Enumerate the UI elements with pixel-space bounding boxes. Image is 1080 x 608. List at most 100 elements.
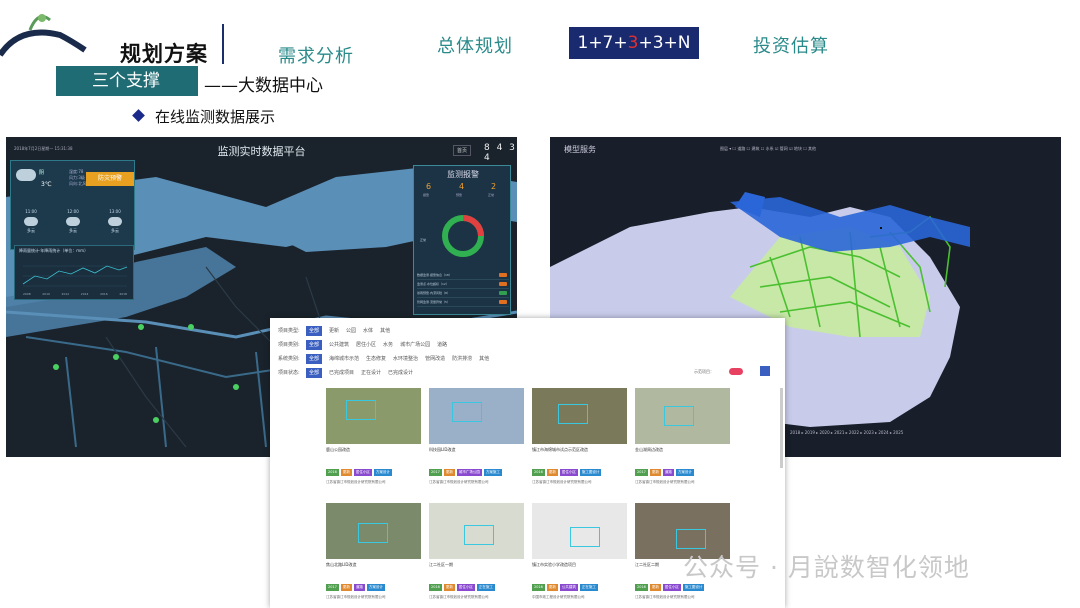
filter-option[interactable]: 城市广场公园 <box>400 340 430 350</box>
project-tag: 施工图设计 <box>682 584 705 591</box>
demo-project-toggle[interactable] <box>729 368 743 375</box>
filter-row-system: 系统类别: 全部 海绵城市示范 生态修复 水环境整治 管网改造 防洪排涝 其他 <box>278 354 496 364</box>
scrollbar[interactable] <box>780 388 783 468</box>
filter-option[interactable]: 公共建筑 <box>329 340 349 350</box>
forecast-item: 13:00 多云 <box>101 209 129 234</box>
filter-option[interactable]: 防洪排涝 <box>452 354 472 364</box>
model-service-title: 模型服务 <box>564 145 596 154</box>
project-tag: 2017 <box>326 584 339 591</box>
project-name: 江二社区一期 <box>429 562 453 567</box>
project-outline <box>570 527 600 547</box>
project-company: 江苏省镇江市规划设计研究院有限公司 <box>429 480 489 484</box>
project-tags: 2016 更新 居住小区 施工图设计 <box>532 458 627 478</box>
donut-label: 正常 <box>420 238 427 242</box>
list-item[interactable]: 监测点·水位超标（12） <box>417 280 509 289</box>
project-tag: 更新 <box>649 469 661 476</box>
dashboard-home-button[interactable]: 首页 <box>453 145 472 156</box>
project-tag: 更新 <box>546 469 558 476</box>
monitor-label: 预警 <box>456 193 463 197</box>
alarm-status-badge <box>499 273 507 277</box>
project-thumbnail <box>429 503 524 559</box>
list-item[interactable]: 暴雨预警·内涝风险（8） <box>417 289 509 298</box>
disaster-warning-button[interactable]: 防灾预警 <box>86 172 134 186</box>
monitor-count: 6 <box>426 182 432 191</box>
nav-overall-planning[interactable]: 总体规划 <box>437 32 513 58</box>
project-card[interactable]: 金山湖周边改造 2017 更新 道路 方案设计 江苏省镇江市规划设计研究院有限公司 <box>635 388 730 493</box>
alarm-status-badge <box>499 300 507 304</box>
filter-option[interactable]: 管网改造 <box>425 354 445 364</box>
project-outline <box>452 402 482 422</box>
project-tag: 城市广场公园 <box>456 469 482 476</box>
nav-demand-analysis[interactable]: 需求分析 <box>278 42 354 68</box>
grid-view-button[interactable] <box>760 366 770 376</box>
project-tag: 2017 <box>429 469 442 476</box>
filter-option[interactable]: 生态修复 <box>366 354 386 364</box>
filter-option[interactable]: 更新 <box>329 326 339 336</box>
cloud-icon <box>108 217 122 226</box>
project-tags: 2016 更新 居住小区 方案设计 <box>326 458 421 478</box>
filter-option[interactable]: 居住小区 <box>356 340 376 350</box>
filter-option[interactable]: 全部 <box>306 368 323 378</box>
nav-active-part3: +3+N <box>638 33 691 53</box>
x-tick: 2014 <box>80 292 89 296</box>
list-item-text: 监测点·水位超标（12） <box>417 282 449 286</box>
list-item[interactable]: 管网监测·流量异常（5） <box>417 298 509 307</box>
list-item[interactable]: 数据监测·报警信息（18） <box>417 271 509 280</box>
project-name: 镇江市实验小学改造项目 <box>532 562 576 567</box>
project-tag: 更新 <box>340 584 352 591</box>
project-card[interactable]: 鹿山公园改造 2016 更新 居住小区 方案设计 江苏省镇江市规划设计研究院有限公司 <box>326 388 421 493</box>
filter-option[interactable]: 海绵城市示范 <box>329 354 359 364</box>
project-tag: 2016 <box>532 469 545 476</box>
rainfall-chart-panel: 降雨量统计·年降雨统计（单位：mm） 2008 2010 2012 2014 2016 2… <box>14 245 134 300</box>
filter-option[interactable]: 水务 <box>383 340 393 350</box>
section-heading: 在线监测数据展示 <box>132 106 275 127</box>
weather-info-3: 风向:北风 <box>69 181 87 186</box>
filter-row-type: 项目类型: 全部 更新 公园 水体 其他 <box>278 326 397 336</box>
project-card[interactable]: 焦山北路LID改造 2017 更新 道路 方案设计 江苏省镇江市规划设计研究院有限公司 <box>326 503 421 608</box>
project-tag: 更新 <box>443 469 455 476</box>
filter-option[interactable]: 全部 <box>306 340 323 350</box>
filter-option[interactable]: 全部 <box>306 354 323 364</box>
forecast-time: 11:00 <box>25 209 37 214</box>
filter-option[interactable]: 道路 <box>437 340 447 350</box>
project-tag: 居住小区 <box>559 469 578 476</box>
project-thumbnail <box>326 503 421 559</box>
filter-option[interactable]: 水体 <box>363 326 373 336</box>
support-tag: 三个支撑 <box>56 66 198 96</box>
filter-option[interactable]: 已完成设计 <box>388 368 413 378</box>
project-company: 江苏省镇江市规划设计研究院有限公司 <box>532 480 592 484</box>
filter-option[interactable]: 全部 <box>306 326 323 336</box>
project-name: 科技园LID改造 <box>429 447 456 452</box>
monitor-alarm-list: 数据监测·报警信息（18） 监测点·水位超标（12） 暴雨预警·内涝风险（8） … <box>417 271 509 307</box>
project-company: 江苏省镇江市规划设计研究院有限公司 <box>326 480 386 484</box>
forecast-item: 11:00 多云 <box>17 209 45 234</box>
project-tag: 2016 <box>635 584 648 591</box>
filter-option[interactable]: 其他 <box>380 326 390 336</box>
project-card[interactable]: 镇江市实验小学改造项目 2016 更新 公共建筑 正在施工 中国市政工程设计研究院有限公司 <box>532 503 627 608</box>
filter-option[interactable]: 水环境整治 <box>393 354 418 364</box>
nav-active-part1: 1+7+ <box>577 33 628 53</box>
project-tag: 道路 <box>353 584 365 591</box>
project-tag: 正在施工 <box>579 584 598 591</box>
filter-option[interactable]: 其他 <box>479 354 489 364</box>
nav-investment-estimate[interactable]: 投资估算 <box>753 32 829 58</box>
monitor-count: 2 <box>491 182 497 191</box>
project-tag: 更新 <box>649 584 661 591</box>
project-tag: 更新 <box>443 584 455 591</box>
project-tags: 2017 更新 道路 方案设计 <box>326 573 421 593</box>
project-tag: 居住小区 <box>662 584 681 591</box>
nav-active-1-7-3-3-n[interactable]: 1+7+3+3+N <box>569 27 699 59</box>
filter-option[interactable]: 已完成项目 <box>329 368 354 378</box>
project-tag: 更新 <box>340 469 352 476</box>
map-layer-controls[interactable]: 图层 ▾ ☐ 道路 ☐ 建筑 ☐ 水系 ☑ 管网 ☑ 地块 ☐ 其他 <box>720 146 816 152</box>
filter-option[interactable]: 正在设计 <box>361 368 381 378</box>
x-tick: 2016 <box>100 292 108 296</box>
forecast-item: 12:00 多云 <box>59 209 87 234</box>
project-card[interactable]: 镇江市海绵城市试点示范区改造 2016 更新 居住小区 施工图设计 江苏省镇江市规划设计研… <box>532 388 627 493</box>
project-card[interactable]: 江二社区一期 2016 更新 居住小区 正在施工 江苏省镇江市规划设计研究院有限公司 <box>429 503 524 608</box>
map-timeline[interactable]: 2018 ▸ 2019 ▸ 2020 ▸ 2021 ▸ 2022 ▸ 2023 … <box>790 430 1050 440</box>
filter-option[interactable]: 公园 <box>346 326 356 336</box>
project-card[interactable]: 科技园LID改造 2017 更新 城市广场公园 方案施工 江苏省镇江市规划设计研究院有限公… <box>429 388 524 493</box>
project-thumbnail <box>635 388 730 444</box>
project-outline <box>346 400 376 420</box>
